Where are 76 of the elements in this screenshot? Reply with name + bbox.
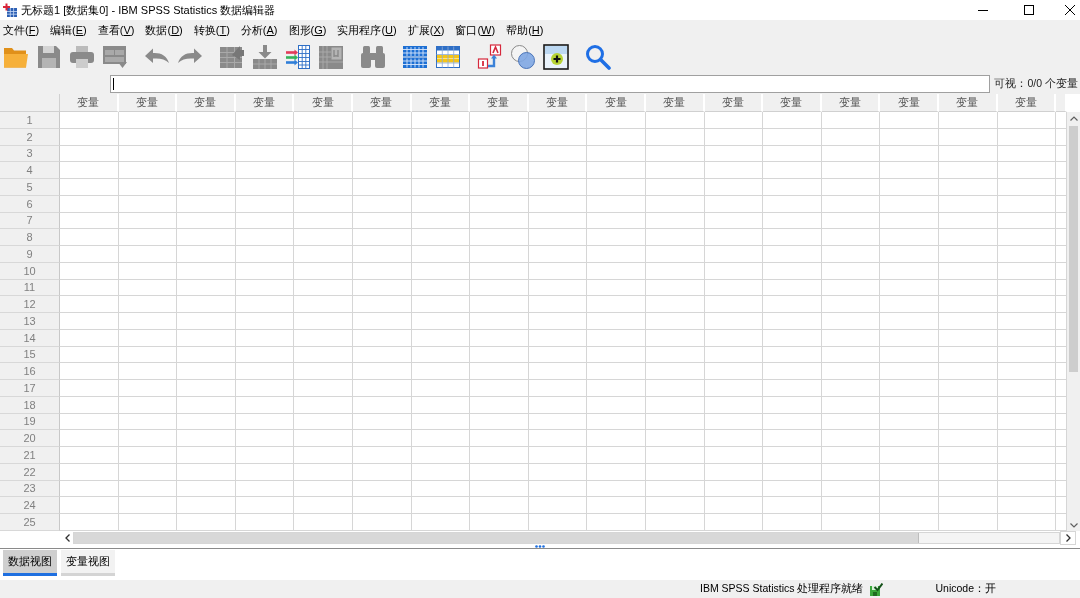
- chevron-right-icon: [1065, 534, 1071, 542]
- scroll-right-button[interactable]: [1060, 531, 1076, 545]
- column-header[interactable]: 变量: [235, 94, 295, 112]
- disk-check-icon: [869, 582, 884, 596]
- row-number[interactable]: 16: [0, 363, 60, 380]
- scrollbar-thumb[interactable]: [1069, 126, 1078, 372]
- column-header[interactable]: 变量: [763, 94, 822, 112]
- column-header[interactable]: 变量: [118, 94, 178, 112]
- row-number[interactable]: 20: [0, 430, 60, 447]
- column-header[interactable]: 变量: [294, 94, 353, 112]
- menu-item[interactable]: 查看(V): [94, 21, 143, 39]
- row-number[interactable]: 12: [0, 296, 60, 313]
- row-number[interactable]: 13: [0, 313, 60, 330]
- row-number[interactable]: 9: [0, 246, 60, 263]
- column-header[interactable]: 变量: [60, 94, 119, 112]
- view-tab[interactable]: 数据视图: [3, 550, 57, 576]
- column-header[interactable]: 变量: [587, 94, 646, 112]
- menu-item[interactable]: 帮助(H): [503, 21, 552, 39]
- row-number[interactable]: 25: [0, 514, 60, 531]
- window-title: 无标题1 [数据集0] - IBM SPSS Statistics 数据编辑器: [21, 2, 276, 18]
- printer-icon: [68, 44, 95, 70]
- column-header[interactable]: 变量: [470, 94, 529, 112]
- close-icon: [1065, 5, 1075, 15]
- row-number[interactable]: 21: [0, 447, 60, 464]
- visible-variables-count: 可视：0/0 个变量: [993, 77, 1079, 91]
- grid-arrow-icon: [218, 44, 245, 70]
- chevron-up-icon: [1069, 115, 1078, 121]
- grip-icon[interactable]: [535, 545, 545, 548]
- column-header[interactable]: 变量: [411, 94, 471, 112]
- unicode-status: Unicode：开: [935, 582, 996, 596]
- column-header[interactable]: 变量: [938, 94, 998, 112]
- lines-grid-icon: [284, 44, 311, 70]
- menu-item[interactable]: 图形(G): [285, 21, 335, 39]
- row-number[interactable]: 5: [0, 179, 60, 196]
- cell-editor-field[interactable]: [110, 75, 991, 93]
- menu-item[interactable]: 实用程序(U): [334, 21, 405, 39]
- row-number[interactable]: 8: [0, 229, 60, 246]
- view-tab[interactable]: 变量视图: [61, 550, 115, 576]
- minimize-icon: [978, 9, 988, 11]
- status-message: IBM SPSS Statistics 处理程序就绪: [700, 582, 864, 596]
- column-header[interactable]: 变量: [528, 94, 588, 112]
- chevron-down-icon: [1069, 522, 1078, 528]
- menu-item[interactable]: 数据(D): [142, 21, 191, 39]
- menu-item[interactable]: 文件(F): [0, 21, 48, 39]
- menu-item[interactable]: 窗口(W): [452, 21, 504, 39]
- scrollbar-thumb[interactable]: [74, 533, 919, 543]
- menu-item[interactable]: 分析(A): [237, 21, 286, 39]
- menu-item[interactable]: 转换(T): [190, 21, 238, 39]
- grid-down-arrow-icon: [251, 44, 278, 70]
- text-cursor-icon: [113, 78, 114, 90]
- select-cases-button[interactable]: [540, 42, 571, 72]
- menu-item[interactable]: 扩展(X): [404, 21, 453, 39]
- column-header[interactable]: 变量: [821, 94, 881, 112]
- horizontal-scrollbar[interactable]: [73, 532, 1060, 544]
- row-number[interactable]: 1: [0, 112, 60, 129]
- grid-columns-icon: [434, 44, 461, 70]
- chevron-left-icon: [65, 534, 70, 542]
- column-header[interactable]: 变量: [645, 94, 705, 112]
- search-icon: [584, 44, 611, 70]
- column-header[interactable]: 变量: [177, 94, 236, 112]
- column-header[interactable]: 变量: [704, 94, 764, 112]
- column-header[interactable]: 变量: [880, 94, 939, 112]
- app-icon: [3, 3, 17, 17]
- column-header[interactable]: 变量: [352, 94, 412, 112]
- binoculars-icon: [359, 44, 386, 70]
- menu-item[interactable]: 编辑(E): [47, 21, 95, 39]
- vertical-scrollbar[interactable]: [1067, 112, 1080, 531]
- split-grid-icon: [401, 44, 428, 70]
- boxes-arrow-icon: [476, 44, 503, 70]
- grid-panel-icon: [317, 44, 344, 70]
- column-header[interactable]: 变量: [997, 94, 1057, 112]
- maximize-icon: [1024, 5, 1034, 15]
- window-down-arrow-icon: [101, 44, 128, 70]
- picture-plus-icon: [542, 44, 569, 70]
- overlapping-circles-icon: [509, 44, 536, 70]
- row-number[interactable]: 17: [0, 380, 60, 397]
